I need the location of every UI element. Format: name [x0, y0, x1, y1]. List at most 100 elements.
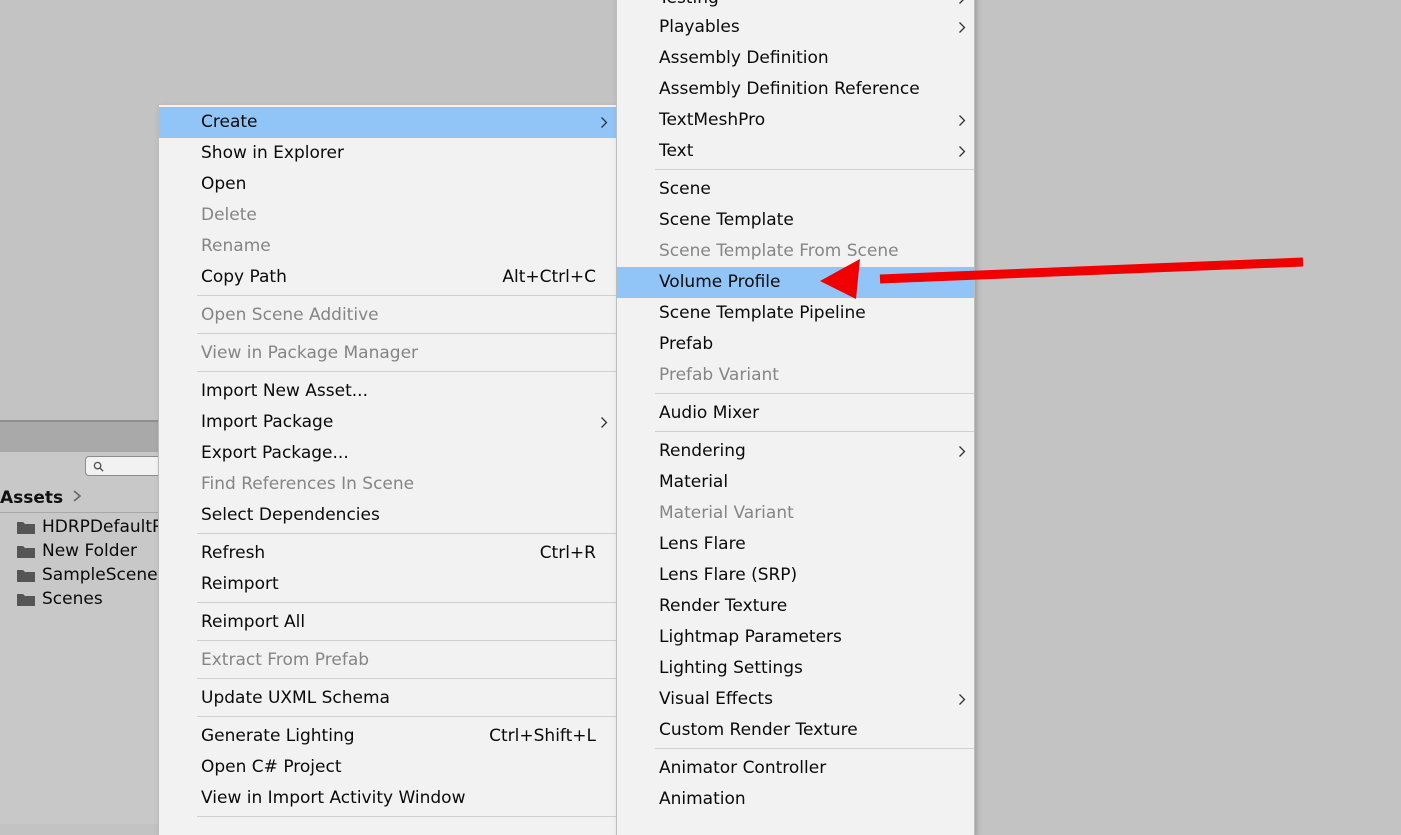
menu-item-label: Reimport	[201, 574, 279, 594]
menu-item-label: Render Texture	[659, 596, 788, 616]
submenu-item-playables[interactable]: Playables	[617, 12, 974, 43]
chevron-right-icon	[601, 117, 608, 128]
menu-item-label: Lens Flare	[659, 534, 746, 554]
submenu-item-render-texture[interactable]: Render Texture	[617, 591, 974, 622]
chevron-right-icon	[959, 22, 966, 33]
submenu-item-scene-template-pipeline[interactable]: Scene Template Pipeline	[617, 298, 974, 329]
submenu-item-prefab[interactable]: Prefab	[617, 329, 974, 360]
menu-item-label: Select Dependencies	[201, 505, 380, 525]
menu-item-label: Prefab	[659, 334, 714, 354]
menu-item-label: Extract From Prefab	[201, 650, 370, 670]
menu-item-label: Scene	[659, 179, 711, 199]
menu-item-view-import-activity[interactable]: View in Import Activity Window	[159, 783, 616, 814]
folder-icon	[17, 594, 35, 606]
menu-item-label: Volume Profile	[659, 272, 781, 292]
submenu-item-visual-effects[interactable]: Visual Effects	[617, 684, 974, 715]
menu-item-generate-lighting[interactable]: Generate Lighting Ctrl+Shift+L	[159, 721, 616, 752]
menu-item-create[interactable]: Create	[159, 107, 616, 138]
menu-item-label: Testing	[659, 0, 719, 8]
project-search-input[interactable]	[85, 456, 165, 476]
menu-item-update-uxml-schema[interactable]: Update UXML Schema	[159, 683, 616, 714]
menu-item-label: View in Package Manager	[201, 343, 419, 363]
menu-separator	[655, 169, 974, 170]
chevron-right-icon	[601, 417, 608, 428]
menu-item-rename: Rename	[159, 231, 616, 262]
breadcrumb-assets[interactable]: Assets	[0, 488, 63, 508]
menu-item-label: Update UXML Schema	[201, 688, 390, 708]
menu-item-label: Rendering	[659, 441, 746, 461]
menu-item-reimport[interactable]: Reimport	[159, 569, 616, 600]
submenu-item-volume-profile[interactable]: Volume Profile	[617, 267, 974, 298]
create-submenu: Testing Playables Assembly Definition As…	[617, 0, 974, 835]
menu-item-refresh[interactable]: Refresh Ctrl+R	[159, 538, 616, 569]
submenu-item-animator-controller[interactable]: Animator Controller	[617, 753, 974, 784]
menu-item-label: View in Import Activity Window	[201, 788, 466, 808]
folder-item[interactable]: New Folder	[16, 539, 176, 563]
submenu-item-lens-flare-srp[interactable]: Lens Flare (SRP)	[617, 560, 974, 591]
menu-item-label: Custom Render Texture	[659, 720, 858, 740]
submenu-item-lens-flare[interactable]: Lens Flare	[617, 529, 974, 560]
folder-icon	[17, 522, 35, 534]
chevron-right-icon	[959, 115, 966, 126]
menu-item-label: Prefab Variant	[659, 365, 779, 385]
submenu-item-textmeshpro[interactable]: TextMeshPro	[617, 105, 974, 136]
menu-item-reimport-all[interactable]: Reimport All	[159, 607, 616, 638]
menu-item-copy-path[interactable]: Copy Path Alt+Ctrl+C	[159, 262, 616, 293]
menu-item-open-csharp-project[interactable]: Open C# Project	[159, 752, 616, 783]
menu-item-label: Show in Explorer	[201, 143, 344, 163]
menu-item-select-dependencies[interactable]: Select Dependencies	[159, 500, 616, 531]
menu-item-label: Assembly Definition	[659, 48, 829, 68]
submenu-item-lightmap-parameters[interactable]: Lightmap Parameters	[617, 622, 974, 653]
menu-separator	[655, 748, 974, 749]
menu-item-label: Animator Controller	[659, 758, 827, 778]
menu-item-label: Lightmap Parameters	[659, 627, 842, 647]
menu-item-label: Open C# Project	[201, 757, 342, 777]
project-window-header	[0, 420, 160, 454]
menu-item-label: TextMeshPro	[659, 110, 766, 130]
folder-label: New Folder	[42, 541, 138, 561]
menu-item-label: Rename	[201, 236, 271, 256]
submenu-item-assembly-definition-reference[interactable]: Assembly Definition Reference	[617, 74, 974, 105]
menu-item-export-package[interactable]: Export Package...	[159, 438, 616, 469]
menu-separator	[197, 602, 616, 603]
chevron-right-icon	[959, 446, 966, 457]
menu-item-label: Copy Path	[201, 267, 287, 287]
submenu-item-material-variant: Material Variant	[617, 498, 974, 529]
submenu-item-scene-template[interactable]: Scene Template	[617, 205, 974, 236]
menu-item-label: Lens Flare (SRP)	[659, 565, 798, 585]
menu-item-label: Visual Effects	[659, 689, 773, 709]
folder-item[interactable]: Scenes	[16, 587, 176, 611]
submenu-item-scene-template-from-scene: Scene Template From Scene	[617, 236, 974, 267]
submenu-item-assembly-definition[interactable]: Assembly Definition	[617, 43, 974, 74]
folder-item[interactable]: SampleScenes	[16, 563, 176, 587]
submenu-item-scene[interactable]: Scene	[617, 174, 974, 205]
folder-item[interactable]: HDRPDefaultResources	[16, 515, 176, 539]
folder-icon	[17, 570, 35, 582]
menu-item-label: Material Variant	[659, 503, 794, 523]
chevron-right-icon	[959, 146, 966, 157]
menu-item-shortcut: Ctrl+R	[539, 543, 596, 563]
submenu-item-text[interactable]: Text	[617, 136, 974, 167]
submenu-item-rendering[interactable]: Rendering	[617, 436, 974, 467]
menu-item-open[interactable]: Open	[159, 169, 616, 200]
menu-item-label: Lighting Settings	[659, 658, 803, 678]
submenu-item-lighting-settings[interactable]: Lighting Settings	[617, 653, 974, 684]
menu-item-open-scene-additive: Open Scene Additive	[159, 300, 616, 331]
submenu-item-audio-mixer[interactable]: Audio Mixer	[617, 398, 974, 429]
menu-item-label: Scene Template Pipeline	[659, 303, 866, 323]
chevron-right-icon	[73, 490, 82, 502]
menu-item-show-in-explorer[interactable]: Show in Explorer	[159, 138, 616, 169]
menu-item-shortcut: Ctrl+Shift+L	[489, 726, 596, 746]
chevron-right-icon	[959, 694, 966, 705]
menu-item-import-new-asset[interactable]: Import New Asset...	[159, 376, 616, 407]
folder-label: Scenes	[42, 589, 103, 609]
submenu-item-custom-render-texture[interactable]: Custom Render Texture	[617, 715, 974, 746]
submenu-item-animation[interactable]: Animation	[617, 784, 974, 815]
submenu-item-material[interactable]: Material	[617, 467, 974, 498]
menu-item-import-package[interactable]: Import Package	[159, 407, 616, 438]
menu-item-label: Playables	[659, 17, 740, 37]
menu-separator	[197, 640, 616, 641]
menu-separator	[197, 295, 616, 296]
menu-item-label: Refresh	[201, 543, 266, 563]
menu-item-find-references: Find References In Scene	[159, 469, 616, 500]
